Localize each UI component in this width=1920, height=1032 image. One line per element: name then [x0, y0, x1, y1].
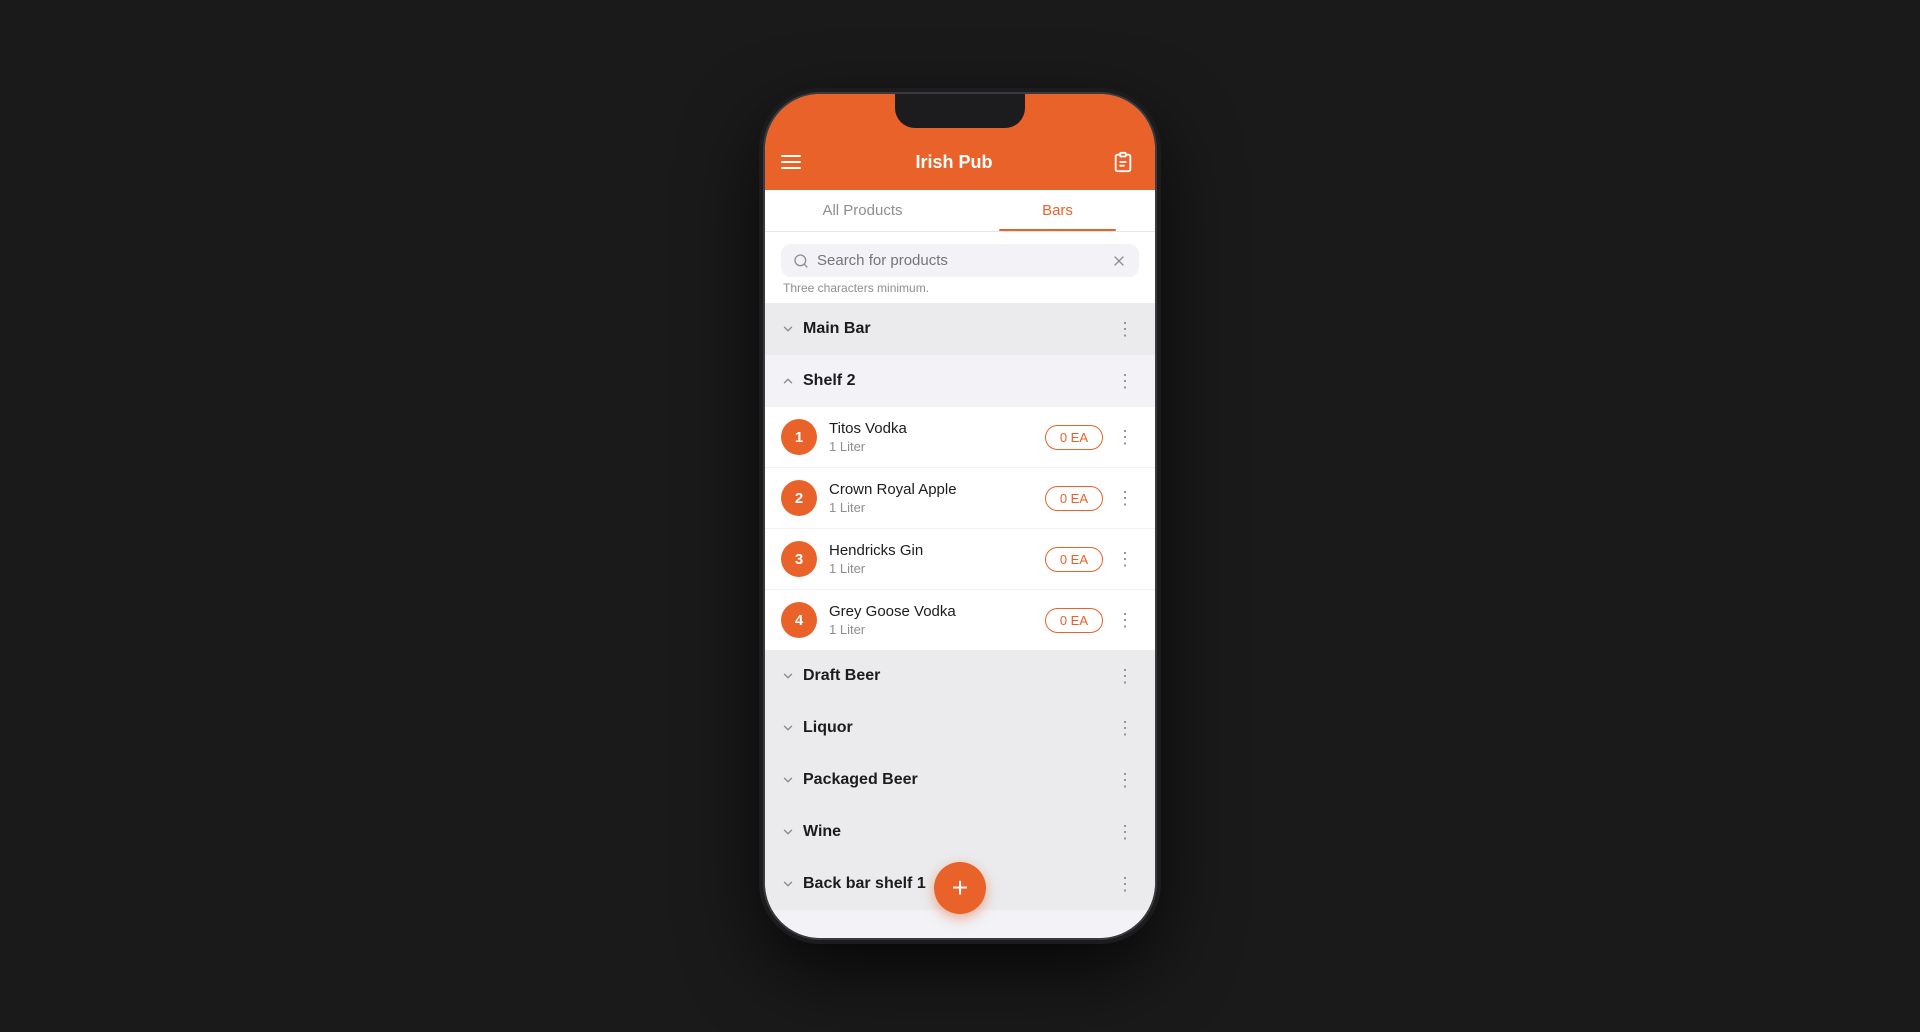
section-packaged-beer-title: Packaged Beer — [803, 771, 918, 789]
clear-search-icon[interactable] — [1111, 253, 1127, 269]
product-3-more[interactable]: ⋮ — [1111, 545, 1139, 573]
section-liquor-more[interactable]: ⋮ — [1111, 714, 1139, 742]
search-box — [781, 244, 1139, 277]
section-shelf-2-header[interactable]: Shelf 2 ⋮ — [765, 355, 1155, 407]
qty-badge-1[interactable]: 0 EA — [1045, 425, 1103, 450]
product-qty-2: 0 EA ⋮ — [1045, 484, 1139, 512]
section-main-bar-title: Main Bar — [803, 320, 871, 338]
app-header: Irish Pub — [765, 138, 1155, 190]
tab-bars[interactable]: Bars — [960, 190, 1155, 231]
search-input[interactable] — [817, 252, 1103, 269]
section-wine-title: Wine — [803, 823, 841, 841]
product-qty-4: 0 EA ⋮ — [1045, 606, 1139, 634]
product-size-3: 1 Liter — [829, 561, 1033, 576]
notch — [895, 94, 1025, 128]
phone-frame: Irish Pub All Products Bars — [765, 94, 1155, 938]
section-shelf-2-title: Shelf 2 — [803, 372, 855, 390]
qty-badge-4[interactable]: 0 EA — [1045, 608, 1103, 633]
phone-screen: Irish Pub All Products Bars — [765, 94, 1155, 938]
section-packaged-beer-more[interactable]: ⋮ — [1111, 766, 1139, 794]
table-row: 1 Titos Vodka 1 Liter 0 EA ⋮ — [765, 407, 1155, 468]
product-size-1: 1 Liter — [829, 439, 1033, 454]
tab-bar: All Products Bars — [765, 190, 1155, 232]
table-row: 3 Hendricks Gin 1 Liter 0 EA ⋮ — [765, 529, 1155, 590]
chevron-down-icon — [781, 773, 795, 787]
chevron-down-icon — [781, 877, 795, 891]
menu-button[interactable] — [781, 155, 801, 169]
product-list-shelf-2: 1 Titos Vodka 1 Liter 0 EA ⋮ 2 — [765, 407, 1155, 650]
product-number-1: 1 — [781, 419, 817, 455]
section-liquor-header[interactable]: Liquor ⋮ — [765, 702, 1155, 754]
section-packaged-beer-header[interactable]: Packaged Beer ⋮ — [765, 754, 1155, 806]
section-liquor-title: Liquor — [803, 719, 853, 737]
section-packaged-beer: Packaged Beer ⋮ — [765, 754, 1155, 806]
section-back-bar-shelf-1-more[interactable]: ⋮ — [1111, 870, 1139, 898]
section-main-bar-more[interactable]: ⋮ — [1111, 315, 1139, 343]
section-wine: Wine ⋮ — [765, 806, 1155, 858]
section-draft-beer-header[interactable]: Draft Beer ⋮ — [765, 650, 1155, 702]
product-name-2: Crown Royal Apple — [829, 481, 1033, 498]
product-number-4: 4 — [781, 602, 817, 638]
chevron-up-icon — [781, 374, 795, 388]
search-hint: Three characters minimum. — [781, 277, 1139, 295]
section-wine-more[interactable]: ⋮ — [1111, 818, 1139, 846]
add-button[interactable]: + — [934, 862, 986, 914]
product-info-3: Hendricks Gin 1 Liter — [829, 542, 1033, 576]
search-area: Three characters minimum. — [765, 232, 1155, 303]
chevron-down-icon — [781, 721, 795, 735]
chevron-down-icon — [781, 669, 795, 683]
product-size-2: 1 Liter — [829, 500, 1033, 515]
section-draft-beer-more[interactable]: ⋮ — [1111, 662, 1139, 690]
content-list: Main Bar ⋮ Shelf 2 ⋮ — [765, 303, 1155, 938]
section-wine-header[interactable]: Wine ⋮ — [765, 806, 1155, 858]
product-number-2: 2 — [781, 480, 817, 516]
product-number-3: 3 — [781, 541, 817, 577]
product-info-2: Crown Royal Apple 1 Liter — [829, 481, 1033, 515]
search-icon — [793, 253, 809, 269]
section-draft-beer-title: Draft Beer — [803, 667, 880, 685]
tab-all-products[interactable]: All Products — [765, 190, 960, 231]
table-row: 4 Grey Goose Vodka 1 Liter 0 EA ⋮ — [765, 590, 1155, 650]
section-shelf-2-more[interactable]: ⋮ — [1111, 367, 1139, 395]
product-name-1: Titos Vodka — [829, 420, 1033, 437]
chevron-down-icon — [781, 825, 795, 839]
section-main-bar: Main Bar ⋮ — [765, 303, 1155, 355]
clipboard-button[interactable] — [1107, 146, 1139, 178]
app-title: Irish Pub — [915, 152, 992, 173]
qty-badge-3[interactable]: 0 EA — [1045, 547, 1103, 572]
product-name-3: Hendricks Gin — [829, 542, 1033, 559]
section-main-bar-header[interactable]: Main Bar ⋮ — [765, 303, 1155, 355]
product-1-more[interactable]: ⋮ — [1111, 423, 1139, 451]
table-row: 2 Crown Royal Apple 1 Liter 0 EA ⋮ — [765, 468, 1155, 529]
product-qty-1: 0 EA ⋮ — [1045, 423, 1139, 451]
section-draft-beer: Draft Beer ⋮ — [765, 650, 1155, 702]
section-back-bar-shelf-1-title: Back bar shelf 1 — [803, 875, 926, 893]
product-qty-3: 0 EA ⋮ — [1045, 545, 1139, 573]
product-info-4: Grey Goose Vodka 1 Liter — [829, 603, 1033, 637]
product-info-1: Titos Vodka 1 Liter — [829, 420, 1033, 454]
section-liquor: Liquor ⋮ — [765, 702, 1155, 754]
product-name-4: Grey Goose Vodka — [829, 603, 1033, 620]
product-size-4: 1 Liter — [829, 622, 1033, 637]
section-shelf-2: Shelf 2 ⋮ 1 Titos Vodka 1 Liter 0 EA — [765, 355, 1155, 650]
qty-badge-2[interactable]: 0 EA — [1045, 486, 1103, 511]
product-4-more[interactable]: ⋮ — [1111, 606, 1139, 634]
chevron-down-icon — [781, 322, 795, 336]
product-2-more[interactable]: ⋮ — [1111, 484, 1139, 512]
